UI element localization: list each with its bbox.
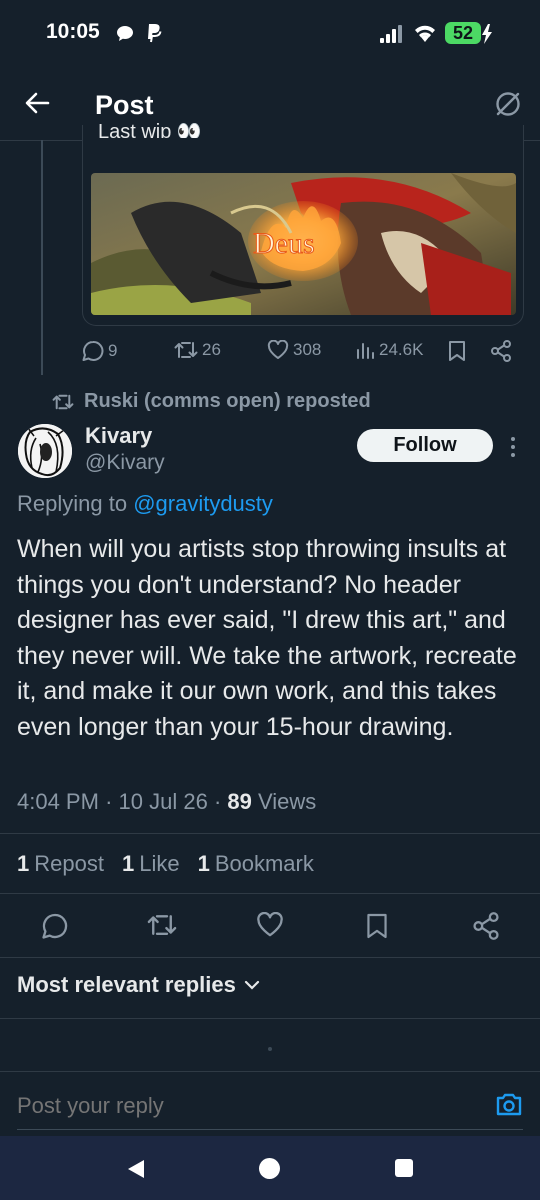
views-count: 89 <box>227 789 252 814</box>
reply-icon[interactable] <box>41 912 69 940</box>
quoted-post-image[interactable]: Deus <box>91 173 516 315</box>
sort-replies-label: Most relevant replies <box>17 972 236 997</box>
recents-square-icon[interactable] <box>395 1159 413 1177</box>
heart-icon[interactable] <box>256 912 284 940</box>
author-display-name[interactable]: Kivary <box>85 423 152 449</box>
reply-input-underline <box>17 1129 523 1130</box>
mention-link[interactable]: @gravitydusty <box>133 491 273 516</box>
repost-metric[interactable]: 26 <box>174 340 221 360</box>
bookmark-icon[interactable] <box>448 340 466 362</box>
signal-icon <box>379 24 405 44</box>
views-count: 24.6K <box>379 340 424 359</box>
replying-to: Replying to @gravitydusty <box>17 491 273 517</box>
engagement-stats: 1 Repost 1 Like 1 Bookmark <box>17 851 314 877</box>
battery-charging-icon: 52 <box>445 22 495 46</box>
like-metric[interactable]: 308 <box>267 340 321 360</box>
thread-connector-line <box>41 140 43 375</box>
quoted-post-text: Last wip 👀 <box>98 121 202 138</box>
reply-icon <box>82 340 104 361</box>
reply-input[interactable] <box>17 1093 457 1119</box>
replying-to-prefix: Replying to <box>17 491 134 516</box>
views-metric[interactable]: 24.6K <box>355 340 423 360</box>
wifi-icon <box>412 22 438 44</box>
likes-stat[interactable]: 1 Like <box>122 851 180 877</box>
reposts-stat-count: 1 <box>17 851 30 876</box>
home-circle-icon[interactable] <box>259 1158 280 1179</box>
no-image-icon[interactable] <box>494 90 522 118</box>
chevron-down-icon <box>244 980 259 990</box>
like-count: 308 <box>293 340 322 359</box>
bookmarks-stat[interactable]: 1 Bookmark <box>198 851 314 877</box>
sort-replies-dropdown[interactable]: Most relevant replies <box>17 972 260 998</box>
battery-level: 52 <box>453 23 474 43</box>
back-triangle-icon[interactable] <box>125 1158 147 1180</box>
avatar[interactable] <box>18 424 72 478</box>
divider <box>0 833 540 834</box>
camera-icon[interactable] <box>495 1091 523 1117</box>
image-logo-text: Deus <box>253 227 315 260</box>
divider <box>0 1018 540 1019</box>
arrow-left-icon[interactable] <box>24 91 50 115</box>
views-chart-icon <box>357 343 374 359</box>
author-handle[interactable]: @Kivary <box>85 451 165 475</box>
likes-stat-label: Like <box>139 851 180 876</box>
repost-small-icon <box>52 394 74 409</box>
paypal-icon <box>146 23 162 43</box>
reply-count: 9 <box>108 341 118 360</box>
chat-bubble-icon <box>116 25 134 43</box>
system-navigation-bar <box>0 1136 540 1200</box>
reposts-stat[interactable]: 1 Repost <box>17 851 104 877</box>
share-icon[interactable] <box>490 340 512 362</box>
reposts-stat-label: Repost <box>34 851 104 876</box>
repost-count: 26 <box>202 340 221 359</box>
reposted-text: Ruski (comms open) reposted <box>84 390 371 412</box>
reply-metric[interactable]: 9 <box>82 340 117 362</box>
more-options-icon[interactable] <box>507 432 519 462</box>
divider <box>0 893 540 894</box>
tweet-time[interactable]: 4:04 PM <box>17 789 99 814</box>
repost-icon <box>174 342 198 358</box>
bookmarks-stat-label: Bookmark <box>214 851 314 876</box>
bookmark-icon[interactable] <box>366 912 394 940</box>
views-label: Views <box>258 789 317 814</box>
tweet-meta: 4:04 PM · 10 Jul 26 · 89 Views <box>17 789 316 815</box>
likes-stat-count: 1 <box>121 851 135 876</box>
tweet-date[interactable]: 10 Jul 26 <box>119 789 208 814</box>
loading-indicator <box>268 1047 272 1051</box>
repost-icon[interactable] <box>147 912 177 940</box>
status-time: 10:05 <box>46 20 100 43</box>
reposted-banner[interactable]: Ruski (comms open) reposted <box>52 390 371 413</box>
divider <box>0 957 540 958</box>
tweet-body: When will you artists stop throwing insu… <box>17 535 517 741</box>
bookmarks-stat-count: 1 <box>197 851 210 876</box>
heart-icon <box>267 340 289 359</box>
follow-button[interactable]: Follow <box>357 429 493 462</box>
meta-separator: · <box>213 789 228 814</box>
status-bar: 10:05 52 <box>0 0 540 70</box>
meta-separator: · <box>105 789 119 814</box>
share-icon[interactable] <box>472 912 500 940</box>
